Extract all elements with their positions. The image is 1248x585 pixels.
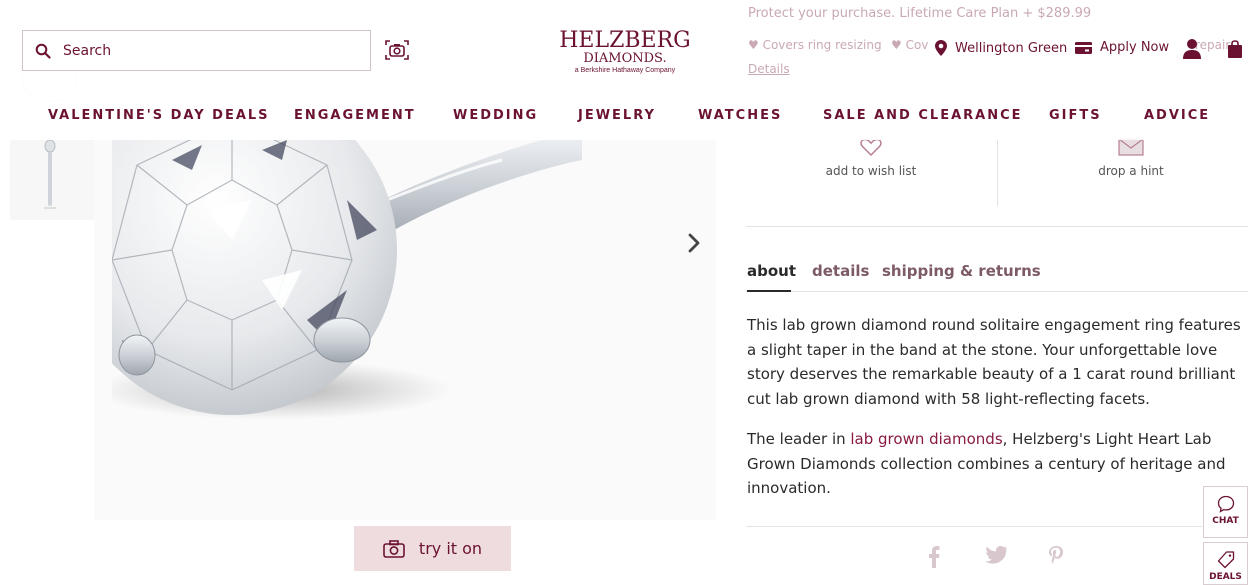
chat-icon	[1217, 495, 1234, 513]
add-to-wish-list[interactable]: add to wish list	[816, 138, 926, 178]
shopping-bag-icon[interactable]	[1228, 40, 1242, 58]
camera-icon	[383, 539, 405, 558]
covers-text-truncated: ♥ Cov	[891, 38, 929, 52]
location-pin-icon	[935, 40, 947, 56]
nav-wedding[interactable]: WEDDING	[453, 108, 538, 123]
protection-plan-text: Protect your purchase. Lifetime Care Pla…	[748, 6, 1092, 21]
logo-line-2: DIAMONDS.	[583, 51, 667, 66]
helzberg-logo[interactable]: HELZBERG DIAMONDS. a Berkshire Hathaway …	[545, 30, 705, 76]
tab-shipping-returns[interactable]: shipping & returns	[882, 262, 1041, 280]
nav-sale-clearance[interactable]: SALE AND CLEARANCE	[823, 108, 1023, 123]
nav-advice[interactable]: ADVICE	[1144, 108, 1210, 123]
credit-card-icon	[1075, 41, 1092, 54]
main-navigation: VALENTINE'S DAY DEALS ENGAGEMENT WEDDING…	[0, 108, 1248, 130]
ring-side-thumbnail[interactable]	[38, 138, 62, 210]
tabs-divider	[746, 291, 1248, 292]
deals-label: DEALS	[1209, 572, 1242, 582]
chevron-right-icon[interactable]	[684, 230, 704, 256]
chat-label: CHAT	[1212, 516, 1239, 526]
tag-icon	[1217, 551, 1234, 569]
nav-watches[interactable]: WATCHES	[698, 108, 782, 123]
try-it-on-button[interactable]: try it on	[354, 526, 511, 571]
tab-about[interactable]: about	[747, 262, 796, 280]
nav-engagement[interactable]: ENGAGEMENT	[294, 108, 416, 123]
search-input[interactable]	[63, 42, 343, 59]
description-paragraph-1: This lab grown diamond round solitaire e…	[747, 316, 1241, 408]
description-paragraph-2: The leader in lab grown diamonds, Helzbe…	[747, 427, 1247, 501]
deals-button[interactable]: DEALS	[1203, 542, 1248, 585]
site-header: Protect your purchase. Lifetime Care Pla…	[0, 0, 1248, 140]
logo-tagline: a Berkshire Hathaway Company	[574, 67, 676, 74]
search-icon	[35, 43, 51, 59]
description-text: The leader in	[747, 430, 851, 448]
pinterest-icon[interactable]	[1048, 546, 1064, 568]
store-name: Wellington Green	[955, 40, 1068, 56]
tab-details[interactable]: details	[812, 262, 869, 280]
product-description: This lab grown diamond round solitaire e…	[747, 313, 1247, 517]
divider	[746, 526, 1202, 527]
nav-valentines-deals[interactable]: VALENTINE'S DAY DEALS	[48, 108, 270, 123]
twitter-icon[interactable]	[985, 546, 1007, 564]
facebook-icon[interactable]	[928, 546, 940, 568]
apply-now-label: Apply Now	[1100, 40, 1170, 55]
wish-list-label: add to wish list	[825, 164, 917, 178]
store-locator[interactable]: Wellington Green	[935, 40, 1067, 56]
logo-line-1: HELZBERG	[559, 28, 691, 53]
covers-resizing-text: ♥ Covers ring resizing	[748, 38, 882, 52]
envelope-icon	[1118, 138, 1144, 156]
search-bar[interactable]	[22, 30, 371, 71]
lab-grown-diamonds-link[interactable]: lab grown diamonds	[850, 430, 1002, 448]
chat-button[interactable]: CHAT	[1203, 486, 1248, 538]
nav-gifts[interactable]: GIFTS	[1049, 108, 1102, 123]
nav-jewelry[interactable]: JEWELRY	[578, 108, 656, 123]
account-icon[interactable]	[1182, 38, 1202, 60]
divider	[746, 226, 1248, 227]
diamond-ring-image[interactable]	[112, 140, 712, 520]
actions-divider	[997, 140, 998, 206]
hint-label: drop a hint	[1098, 164, 1164, 178]
active-tab-indicator	[747, 290, 791, 292]
drop-a-hint[interactable]: drop a hint	[1076, 138, 1186, 178]
camera-search-icon[interactable]	[384, 38, 410, 62]
try-it-on-label: try it on	[418, 539, 483, 558]
heart-icon	[860, 138, 882, 156]
plan-details-link[interactable]: Details	[748, 62, 790, 76]
apply-now-link[interactable]: Apply Now	[1075, 40, 1169, 55]
